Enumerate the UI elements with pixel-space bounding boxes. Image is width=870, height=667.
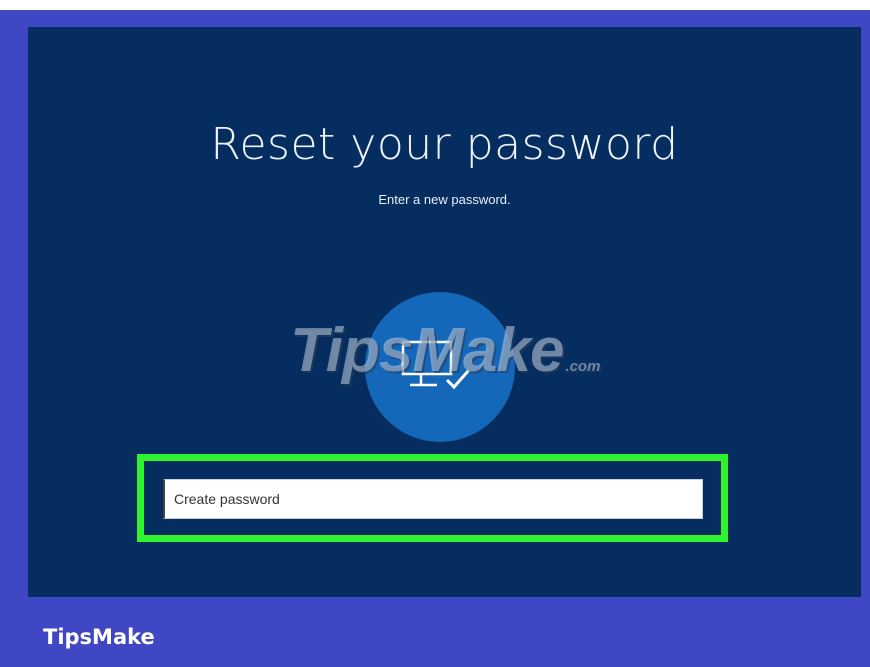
frame-top-strip [0, 0, 870, 10]
create-password-input[interactable] [163, 479, 703, 519]
watermark-logo: TipsMake .com [290, 315, 600, 386]
reset-password-screen: Reset your password Enter a new password… [28, 27, 861, 597]
brand-logo: TipsMake [43, 625, 155, 649]
page-title: Reset your password [210, 119, 679, 170]
watermark-text: TipsMake [290, 316, 564, 385]
watermark-suffix: .com [565, 358, 601, 375]
highlight-box [137, 454, 728, 542]
page-subtitle: Enter a new password. [378, 192, 511, 207]
